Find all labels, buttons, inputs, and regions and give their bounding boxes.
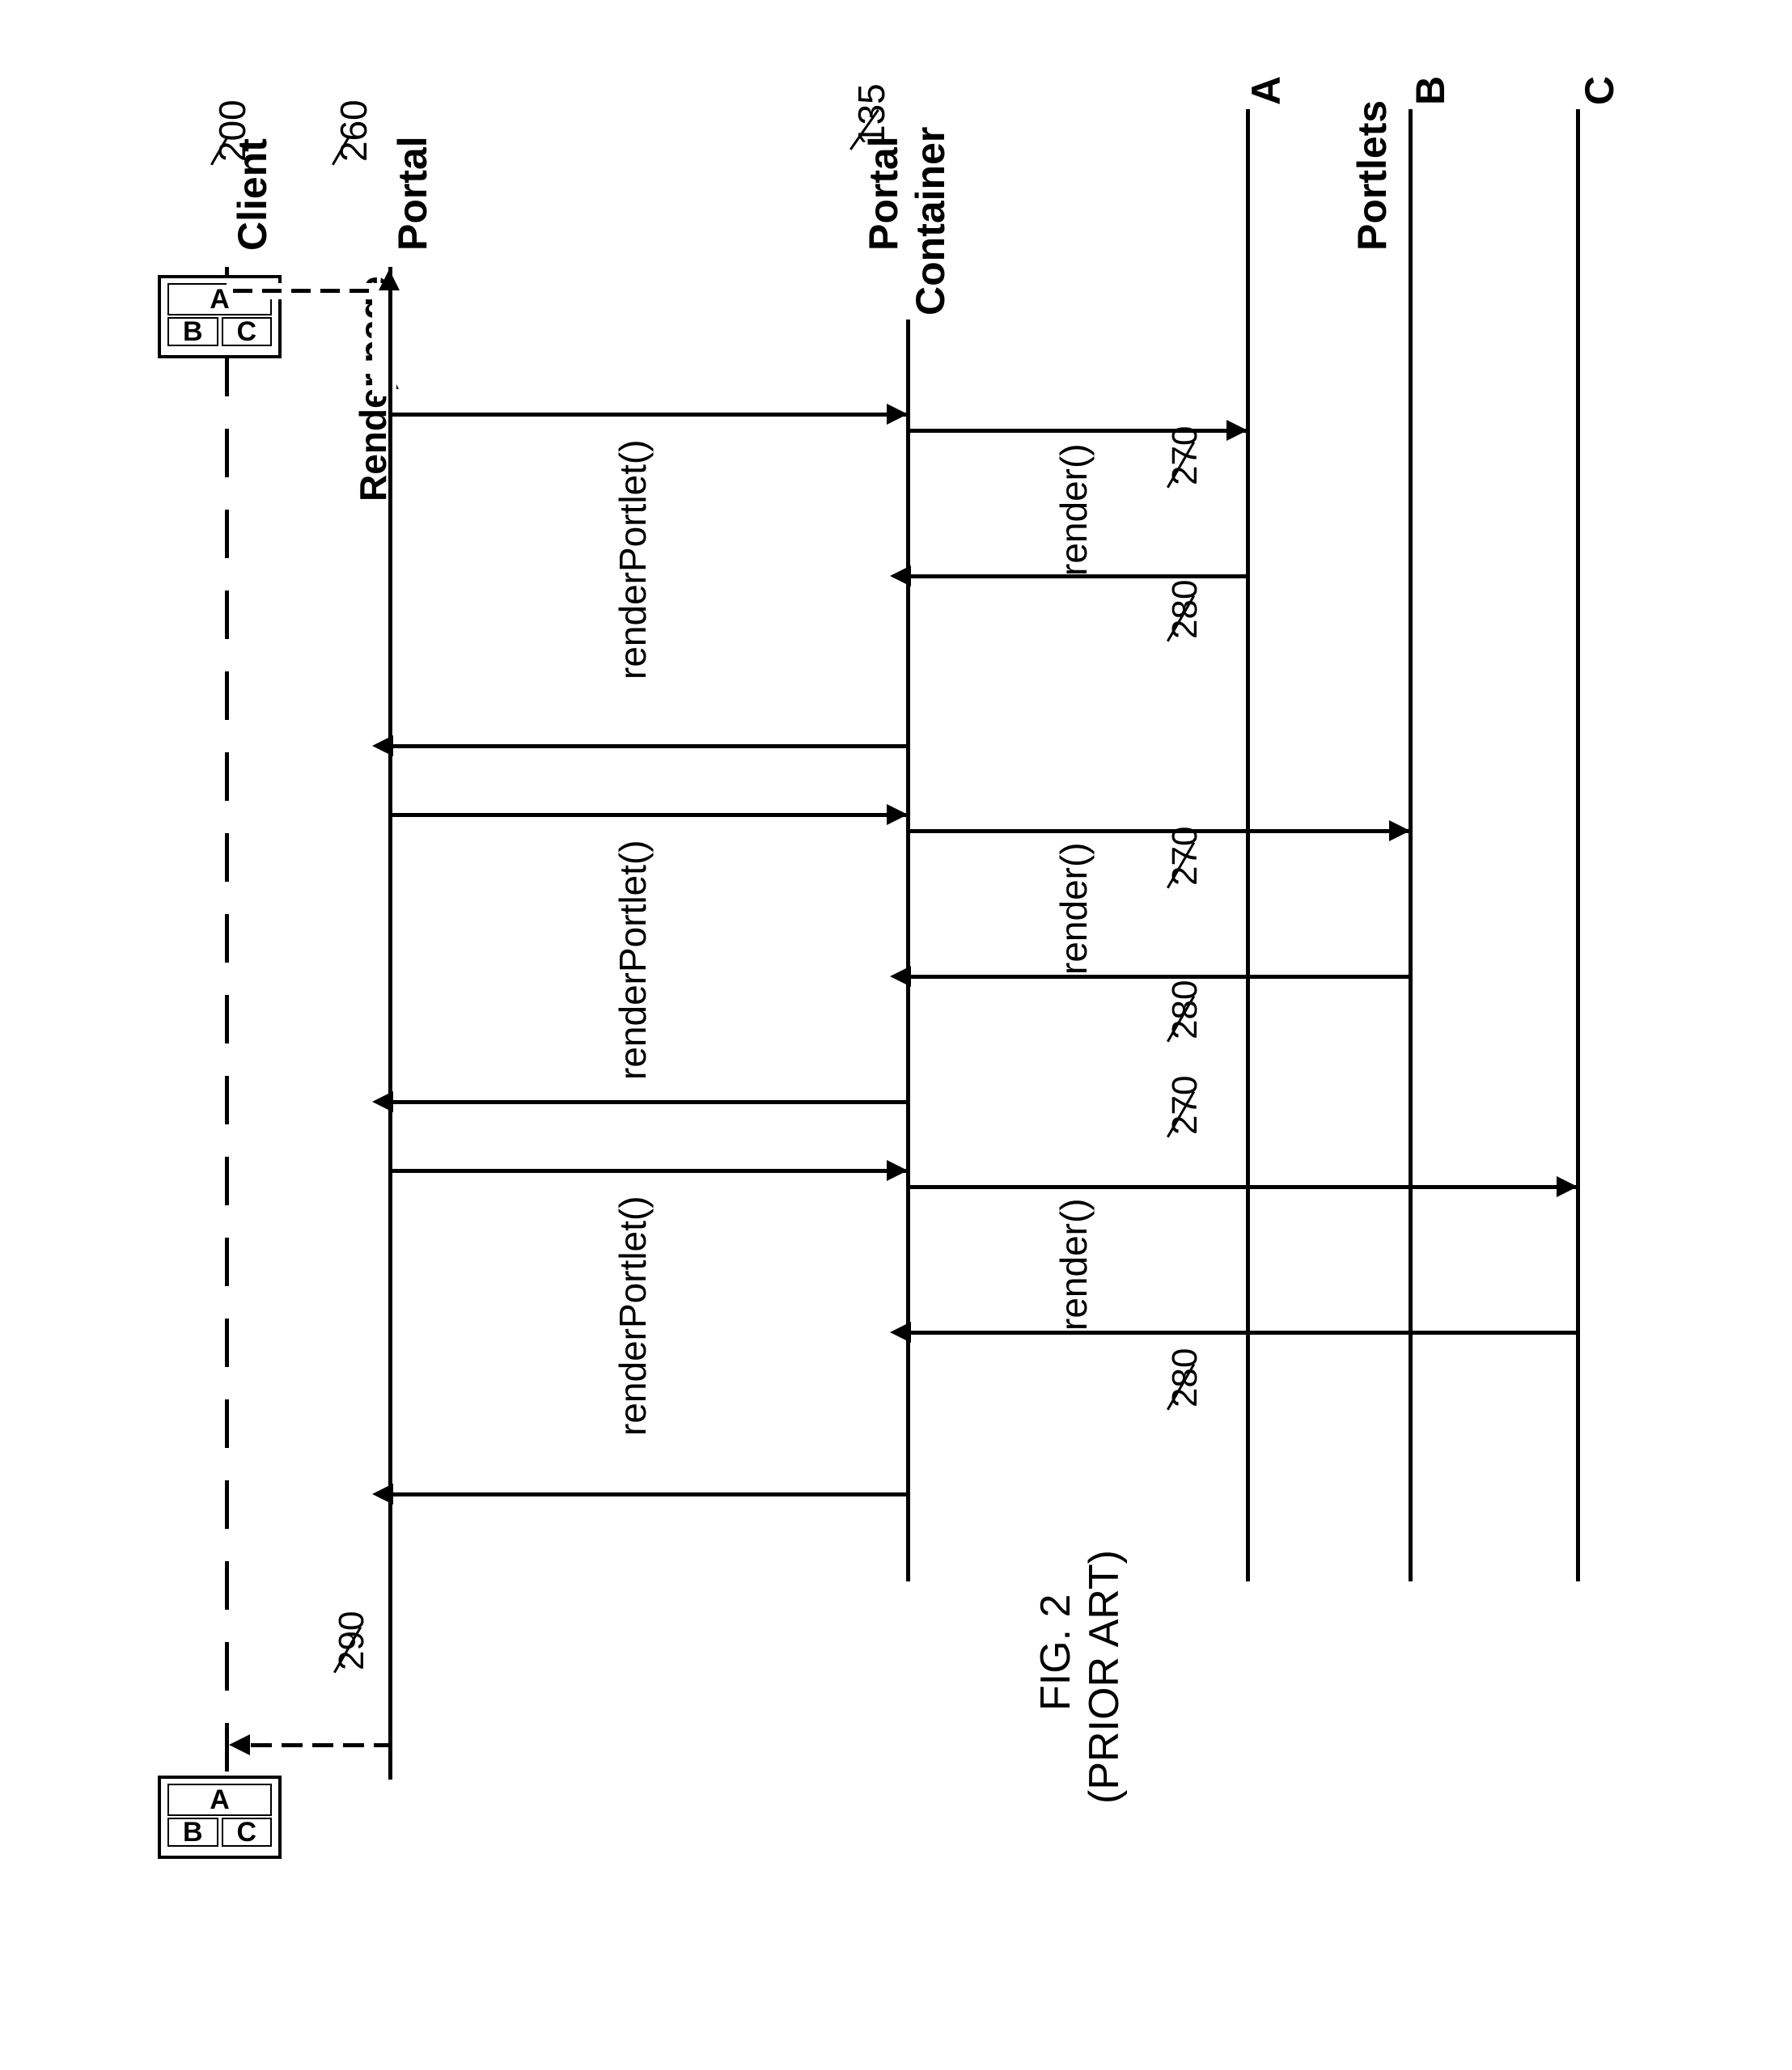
label-r3: render() [1052,1198,1095,1331]
arrow-left-3 [890,1322,911,1343]
msg-ret-3 [910,1331,1578,1335]
msg-renderPortlet-3 [392,1169,906,1173]
label-rp2: renderPortlet() [611,840,655,1080]
label-r1: render() [1052,443,1095,576]
d [350,289,369,293]
label-portal-container-1: Portal [860,136,907,251]
arrow-left-cp3 [372,1484,393,1505]
arrow-right-rp3 [887,1160,908,1181]
arrow-right-r2 [1389,820,1410,841]
pb-cell: B [183,316,203,348]
pb-cell: B [183,1817,203,1848]
client-portlets-bottom: A B C [158,1776,282,1859]
arrow-right-rp1 [887,404,908,425]
label-A: A [1243,76,1290,105]
d [233,289,252,293]
pb-cell: C [236,1817,256,1848]
diagram: Client Portal Portal Container Portlets … [0,0,1792,2070]
arrow-left-1 [890,565,911,586]
lifeline-A [1246,109,1250,1581]
d [320,289,340,293]
msg-renderPortlet-1 [392,413,906,417]
arrow-left-cp2 [372,1091,393,1112]
lifeline-B [1409,109,1413,1581]
label-r2: render() [1052,842,1095,975]
msg-render-2 [910,829,1409,833]
msg-ret-2 [910,975,1411,979]
arrow-left-cp1 [372,735,393,756]
lifeline-container [906,320,910,1581]
label-rp1: renderPortlet() [611,439,655,679]
label-portlets: Portlets [1349,100,1396,251]
msg-cp-ret-2 [392,1100,909,1104]
whiteout2 [372,291,396,396]
msg-render-3 [910,1185,1576,1189]
caption-fig: FIG. 2 [1032,1594,1080,1711]
pb-cell: A [210,1784,230,1816]
label-portal-container-2: Container [907,127,954,315]
arrow-right-r3 [1557,1176,1578,1197]
arrow-render-page [379,269,400,290]
label-rp3: renderPortlet() [611,1196,655,1436]
msg-ret-1 [910,574,1248,578]
ref-135: 135 [849,83,893,146]
caption-prior: (PRIOR ART) [1080,1550,1129,1804]
d [262,289,282,293]
arrow-right-rp2 [887,804,908,825]
arrow-right-r1 [1226,420,1248,441]
label-C: C [1576,76,1623,105]
d [291,289,311,293]
label-B: B [1407,76,1454,105]
msg-cp-ret-3 [392,1492,909,1496]
arrow-left-2 [890,966,911,987]
msg-cp-ret-1 [392,744,909,748]
lifeline-C [1576,109,1580,1581]
pb-cell: C [236,316,256,348]
msg-renderPortlet-2 [392,813,906,817]
label-portal: Portal [389,136,436,251]
